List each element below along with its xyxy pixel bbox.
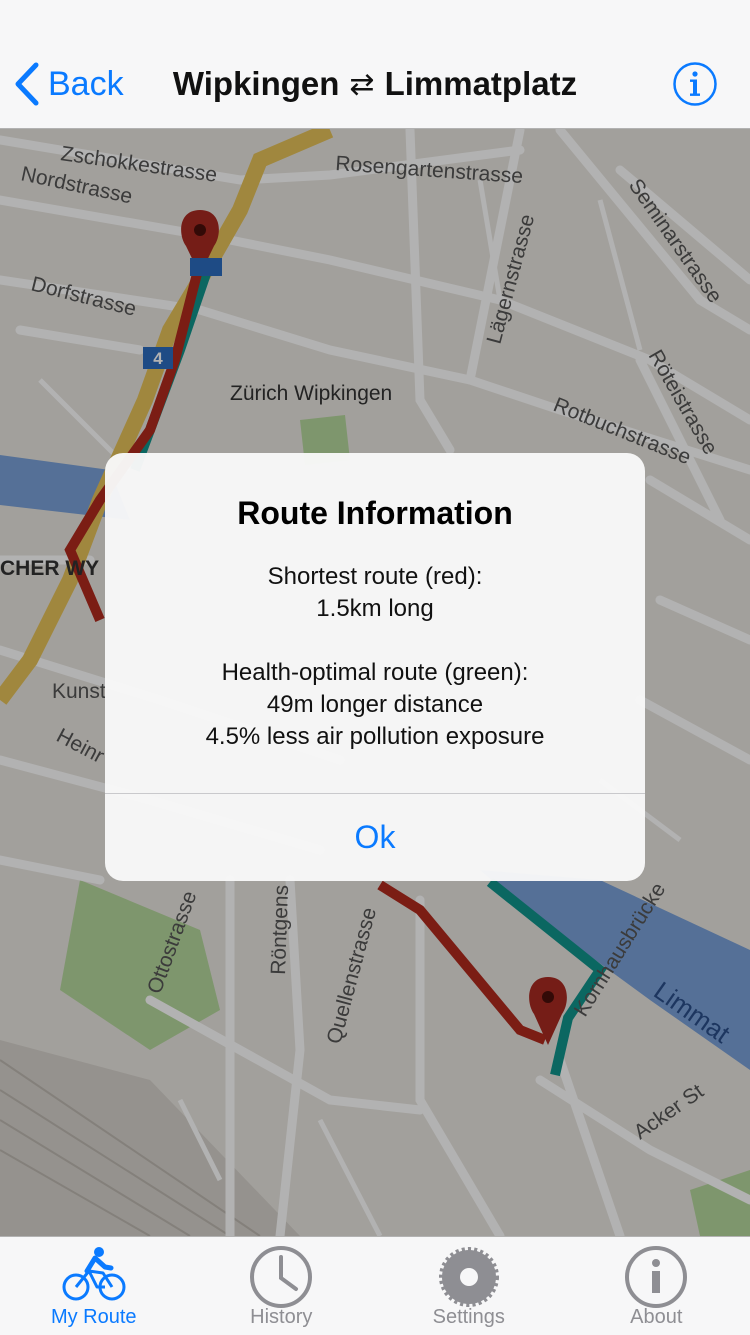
- chevron-left-icon: [14, 62, 40, 106]
- gear-icon: [434, 1243, 504, 1309]
- street-label: Kunst: [52, 680, 106, 703]
- alert-line: Health-optimal route (green):: [105, 657, 645, 689]
- back-button[interactable]: Back: [14, 56, 124, 112]
- back-button-label: Back: [48, 65, 124, 104]
- alert-line: 1.5km long: [105, 593, 645, 625]
- tab-label: About: [563, 1306, 750, 1329]
- page-title: Wipkingen ⇄ Limmatplatz: [150, 62, 600, 106]
- tab-label: History: [188, 1306, 376, 1329]
- alert-line: 4.5% less air pollution exposure: [105, 721, 645, 753]
- station-label: Zürich Wipkingen: [230, 382, 392, 405]
- tab-bar: My Route History Settings About: [0, 1236, 750, 1335]
- tab-history[interactable]: History: [188, 1237, 376, 1335]
- route-number-badge-text: 4: [153, 349, 163, 368]
- tab-my-route[interactable]: My Route: [0, 1237, 188, 1335]
- route-info-alert: Route Information Shortest route (red): …: [105, 453, 645, 881]
- alert-line: 49m longer distance: [105, 689, 645, 721]
- alert-title: Route Information: [105, 495, 645, 532]
- street-label: CHER WY: [0, 557, 99, 580]
- alert-line: Shortest route (red):: [105, 561, 645, 593]
- navigation-bar: Back Wipkingen ⇄ Limmatplatz: [0, 0, 750, 129]
- tab-settings[interactable]: Settings: [375, 1237, 563, 1335]
- alert-message: Shortest route (red): 1.5km long Health-…: [105, 561, 645, 753]
- ok-button[interactable]: Ok: [105, 794, 645, 881]
- tab-label: Settings: [375, 1306, 563, 1329]
- bicycle-icon: [59, 1243, 129, 1309]
- route-to-label: Limmatplatz: [385, 65, 578, 103]
- clock-icon: [246, 1243, 316, 1309]
- swap-arrows-icon: ⇄: [349, 67, 374, 102]
- tab-label: My Route: [0, 1306, 188, 1329]
- info-button[interactable]: [672, 61, 718, 107]
- route-from-label: Wipkingen: [173, 65, 340, 103]
- street-label: Röntgens: [267, 885, 293, 976]
- tab-about[interactable]: About: [563, 1237, 750, 1335]
- info-icon: [621, 1243, 691, 1309]
